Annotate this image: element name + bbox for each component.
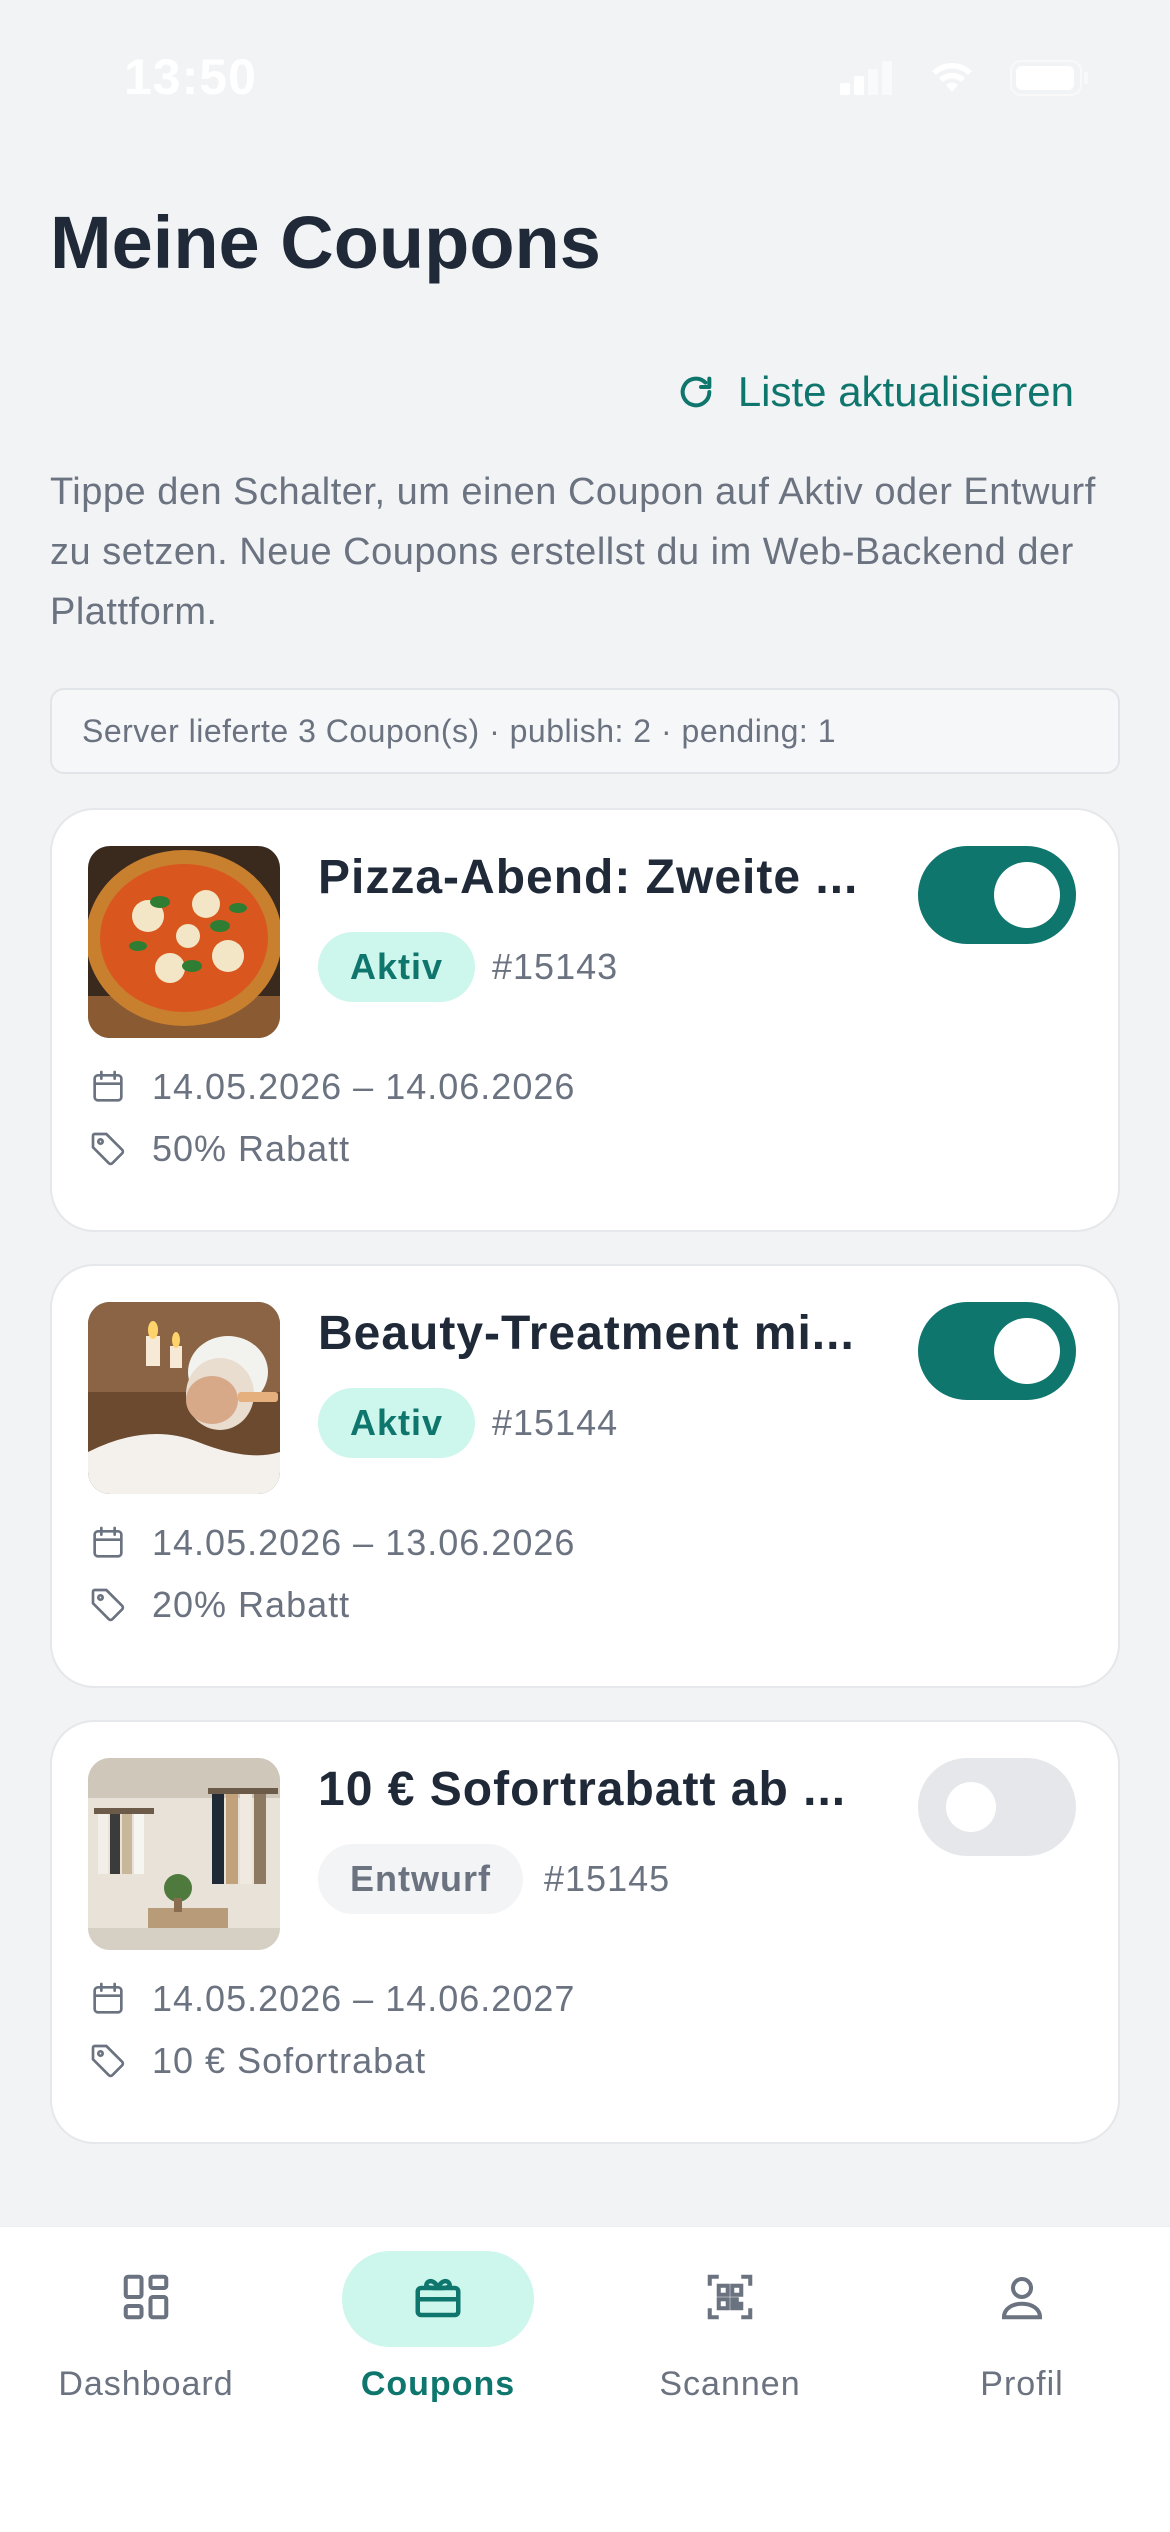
discount-text: 10 € Sofortrabat xyxy=(152,2040,427,2081)
hint-text: Tippe den Schalter, um einen Coupon auf … xyxy=(50,471,1096,633)
date-range: 14.05.2026 – 14.06.2027 xyxy=(152,1978,576,2019)
coupon-title: Pizza-Abend: Zweite ... xyxy=(318,851,859,904)
nav-label: Dashboard xyxy=(58,2365,234,2403)
profile-icon xyxy=(995,2270,1049,2329)
nav-item-dashboard[interactable]: Dashboard xyxy=(0,2251,292,2404)
calendar-icon xyxy=(88,1067,128,1107)
refresh-list-button[interactable]: Liste aktualisieren xyxy=(676,368,1074,416)
toggle-knob xyxy=(994,862,1060,928)
discount-row: 10 € Sofortrabat xyxy=(88,2040,426,2082)
coupon-id: #15144 xyxy=(492,1402,619,1443)
tag-icon xyxy=(88,2041,128,2081)
calendar-icon xyxy=(88,1979,128,2019)
status-badge: Aktiv xyxy=(318,932,476,1002)
refresh-icon xyxy=(676,372,716,412)
status-icons xyxy=(840,60,1090,96)
status-bar: 13:50 xyxy=(0,0,1170,150)
coupon-id: #15143 xyxy=(492,946,619,987)
date-row: 14.05.2026 – 14.06.2026 xyxy=(88,1066,575,1108)
bottom-nav: Dashboard Coupons Scannen Profil xyxy=(0,2226,1170,2532)
pizza-image xyxy=(88,846,280,1038)
nav-item-coupons[interactable]: Coupons xyxy=(292,2251,584,2404)
status-toggle[interactable] xyxy=(918,846,1076,944)
coupon-icon xyxy=(411,2270,465,2329)
coupon-title: Beauty-Treatment mi... xyxy=(318,1307,855,1360)
date-row: 14.05.2026 – 13.06.2026 xyxy=(88,1522,575,1564)
coupon-id: #15145 xyxy=(544,1858,671,1899)
nav-item-profil[interactable]: Profil xyxy=(876,2251,1168,2404)
coupon-title: 10 € Sofortrabatt ab ... xyxy=(318,1763,847,1816)
nav-label: Scannen xyxy=(659,2365,801,2403)
battery-icon xyxy=(1010,60,1090,96)
coupon-card[interactable]: Pizza-Abend: Zweite ... Aktiv #15143 14.… xyxy=(50,808,1120,1232)
dashboard-icon xyxy=(119,2270,173,2329)
clothing-store-image xyxy=(88,1758,280,1950)
nav-label: Profil xyxy=(980,2365,1064,2403)
date-range: 14.05.2026 – 14.06.2026 xyxy=(152,1066,576,1107)
coupon-card[interactable]: 10 € Sofortrabatt ab ... Entwurf #15145 … xyxy=(50,1720,1120,2144)
server-info-box: Server lieferte 3 Coupon(s) · publish: 2… xyxy=(50,688,1120,774)
coupon-card[interactable]: Beauty-Treatment mi... Aktiv #15144 14.0… xyxy=(50,1264,1120,1688)
wifi-icon xyxy=(930,62,974,94)
date-row: 14.05.2026 – 14.06.2027 xyxy=(88,1978,575,2020)
tag-icon xyxy=(88,1585,128,1625)
discount-row: 20% Rabatt xyxy=(88,1584,350,1626)
toggle-knob xyxy=(946,1782,996,1832)
date-range: 14.05.2026 – 13.06.2026 xyxy=(152,1522,576,1563)
calendar-icon xyxy=(88,1523,128,1563)
discount-row: 50% Rabatt xyxy=(88,1128,350,1170)
tag-icon xyxy=(88,1129,128,1169)
qr-scan-icon xyxy=(703,2270,757,2329)
status-toggle[interactable] xyxy=(918,1302,1076,1400)
status-time: 13:50 xyxy=(124,49,257,105)
status-toggle[interactable] xyxy=(918,1758,1076,1856)
spa-image xyxy=(88,1302,280,1494)
nav-label: Coupons xyxy=(360,2365,516,2403)
refresh-label: Liste aktualisieren xyxy=(737,368,1074,415)
page-title: Meine Coupons xyxy=(50,201,601,284)
toggle-knob xyxy=(994,1318,1060,1384)
cellular-signal-icon xyxy=(840,61,894,95)
status-badge: Entwurf xyxy=(318,1844,523,1914)
discount-text: 50% Rabatt xyxy=(152,1128,351,1169)
status-badge: Aktiv xyxy=(318,1388,476,1458)
discount-text: 20% Rabatt xyxy=(152,1584,351,1625)
nav-item-scannen[interactable]: Scannen xyxy=(584,2251,876,2404)
